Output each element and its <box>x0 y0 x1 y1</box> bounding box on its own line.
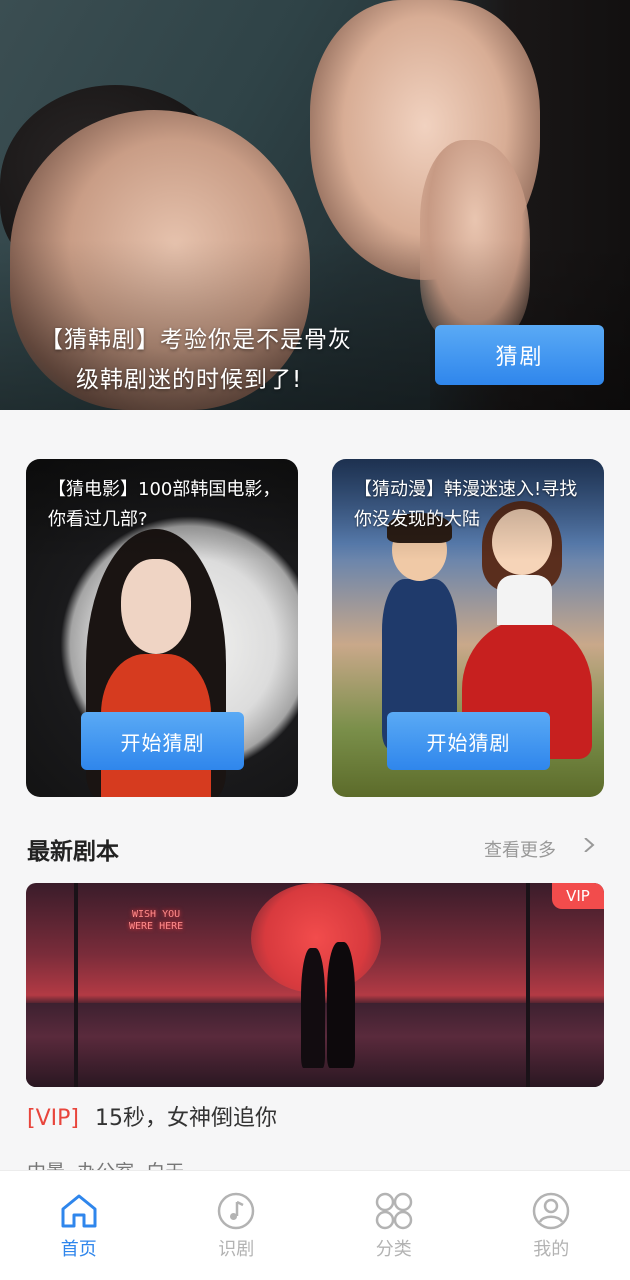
tab-label: 首页 <box>60 1239 97 1260</box>
guess-drama-button[interactable]: 猜剧 <box>435 325 604 385</box>
vip-tag: [VIP] <box>27 1106 79 1131</box>
tab-label: 我的 <box>533 1239 570 1260</box>
home-icon <box>61 1194 97 1228</box>
category-grid-icon <box>375 1192 412 1230</box>
tab-category[interactable]: 分类 <box>315 1171 473 1280</box>
start-guess-button[interactable]: 开始猜剧 <box>387 712 550 770</box>
tab-label: 分类 <box>375 1239 412 1260</box>
vip-badge: VIP <box>552 883 604 909</box>
start-guess-button[interactable]: 开始猜剧 <box>81 712 244 770</box>
see-more-link[interactable]: 查看更多 <box>484 836 556 862</box>
tab-identify[interactable]: 识剧 <box>158 1171 316 1280</box>
card-title: 【猜动漫】韩漫迷速入!寻找你没发现的大陆 <box>354 479 578 530</box>
hero-banner[interactable]: 【猜韩剧】考验你是不是骨灰 级韩剧迷的时候到了! 猜剧 <box>0 0 630 410</box>
user-icon <box>533 1192 570 1230</box>
tab-home[interactable]: 首页 <box>0 1171 158 1280</box>
hero-caption-line1: 【猜韩剧】考验你是不是骨灰 <box>40 327 352 353</box>
couple-silhouette <box>301 942 361 1068</box>
hero-caption-line2: 级韩剧迷的时候到了! <box>76 367 303 393</box>
script-title-text: 15秒，女神倒追你 <box>94 1106 277 1131</box>
section-title: 最新剧本 <box>27 839 119 865</box>
hero-caption: 【猜韩剧】考验你是不是骨灰 级韩剧迷的时候到了! <box>40 320 380 400</box>
neon-sign: WISH YOU WERE HERE <box>129 909 184 932</box>
tab-label: 识剧 <box>218 1239 255 1260</box>
script-title[interactable]: [VIP] 15秒，女神倒追你 <box>27 1100 277 1132</box>
script-cover-image[interactable]: WISH YOU WERE HERE VIP <box>26 883 604 1087</box>
tab-mine[interactable]: 我的 <box>473 1171 630 1280</box>
bottom-tab-bar: 首页 识剧 分类 我的 <box>0 1170 630 1280</box>
guess-movie-card[interactable]: 【猜电影】100部韩国电影，你看过几部? 开始猜剧 <box>26 459 298 797</box>
chevron-right-icon[interactable] <box>582 838 596 852</box>
card-title: 【猜电影】100部韩国电影，你看过几部? <box>48 479 281 530</box>
music-note-icon <box>218 1192 255 1230</box>
guess-anime-card[interactable]: 【猜动漫】韩漫迷速入!寻找你没发现的大陆 开始猜剧 <box>332 459 604 797</box>
